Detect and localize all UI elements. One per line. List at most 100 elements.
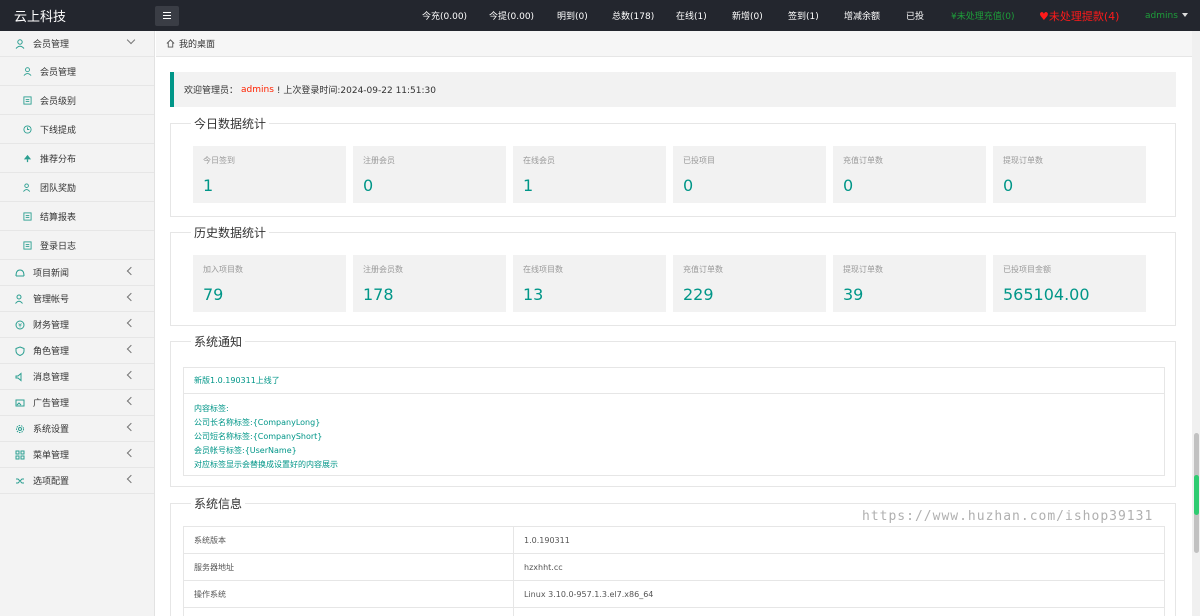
chevron-left-icon [126, 448, 136, 458]
app-logo: 云上科技 [14, 10, 67, 25]
shield-icon [14, 345, 25, 356]
admin-name: admins [241, 84, 274, 95]
list-icon [22, 95, 32, 105]
sidebar-group-messages[interactable]: 消息管理 [0, 364, 154, 390]
user-icon [14, 38, 25, 49]
stat-card[interactable]: 已投项目 0 [673, 146, 826, 203]
panel-title: 系统信息 [191, 495, 246, 512]
system-notice-panel: 系统通知 新版1.0.190311上线了 内容标签: 公司长名称标签:{Comp… [170, 333, 1176, 487]
stat-card[interactable]: 加入项目数 79 [193, 255, 346, 312]
system-info-table: 系统版本 1.0.190311 服务器地址 hzxhht.cc 操作系统 Linux … [183, 526, 1165, 616]
breadcrumb: 我的桌面 [156, 31, 1200, 57]
chevron-down-icon [126, 35, 136, 45]
top-bar: 云上科技 今充(0.00) 今提(0.00) 明到(0) 总数(178) 在线(… [0, 0, 1200, 31]
sidebar-group-roles[interactable]: 角色管理 [0, 338, 154, 364]
sidebar: 会员管理 会员管理 会员级别 下线提成 推荐分布 团队奖励 结算报表 登录日志 … [0, 31, 155, 616]
sidebar-group-options[interactable]: 选项配置 [0, 468, 154, 494]
sidebar-group-settings[interactable]: 系统设置 [0, 416, 154, 442]
stat-card[interactable]: 在线项目数 13 [513, 255, 666, 312]
chevron-left-icon [126, 344, 136, 354]
menu-toggle-button[interactable] [155, 5, 179, 26]
history-stats-panel: 历史数据统计 加入项目数 79 注册会员数 178 在线项目数 13 充值订单数 229… [170, 224, 1176, 326]
stat-card[interactable]: 注册会员数 178 [353, 255, 506, 312]
sidebar-group-menus[interactable]: 菜单管理 [0, 442, 154, 468]
panel-title: 历史数据统计 [191, 224, 270, 241]
users-icon [22, 182, 32, 192]
panel-title: 系统通知 [191, 333, 246, 350]
stat-card[interactable]: 充值订单数 229 [673, 255, 826, 312]
watermark: https://www.huzhan.com/ishop39131 [862, 509, 1154, 524]
shuffle-icon [14, 475, 25, 486]
stat-card[interactable]: 注册会员 0 [353, 146, 506, 203]
stat-card[interactable]: 在线会员 1 [513, 146, 666, 203]
grid-icon [14, 449, 25, 460]
nav-today-withdraw[interactable]: 今提(0.00) [489, 9, 557, 22]
chevron-left-icon [126, 318, 136, 328]
list-icon [22, 211, 32, 221]
sidebar-group-news[interactable]: 项目新闻 [0, 260, 154, 286]
list-icon [22, 240, 32, 250]
caret-down-icon [1181, 13, 1188, 17]
svg-text:¥: ¥ [18, 322, 22, 329]
today-stats-panel: 今日数据统计 今日签到 1 注册会员 0 在线会员 1 已投项目 0 充值订单数 0 提现… [170, 115, 1176, 217]
user-menu[interactable]: admins [1145, 11, 1188, 21]
sidebar-item-login-log[interactable]: 登录日志 [0, 231, 154, 260]
chevron-left-icon [126, 474, 136, 484]
panel-title: 今日数据统计 [191, 115, 270, 132]
gear-icon [14, 423, 25, 434]
home-icon [166, 39, 175, 48]
top-nav: 今充(0.00) 今提(0.00) 明到(0) 总数(178) 在线(1) 新增… [412, 0, 1188, 31]
image-icon [14, 397, 25, 408]
stat-card[interactable]: 提现订单数 0 [993, 146, 1146, 203]
sidebar-group-ads[interactable]: 广告管理 [0, 390, 154, 416]
sidebar-item-member-level[interactable]: 会员级别 [0, 86, 154, 115]
sidebar-group-member[interactable]: 会员管理 [0, 31, 154, 57]
nav-checkin[interactable]: 签到(1) [788, 9, 844, 22]
news-icon [14, 267, 25, 278]
sidebar-group-admin-accounts[interactable]: 管理帐号 [0, 286, 154, 312]
nav-tomorrow-due[interactable]: 明到(0) [557, 9, 612, 22]
chevron-left-icon [126, 396, 136, 406]
stat-card[interactable]: 今日签到 1 [193, 146, 346, 203]
nav-total[interactable]: 总数(178) [612, 9, 676, 22]
sidebar-item-member-manage[interactable]: 会员管理 [0, 57, 154, 86]
nav-today-recharge[interactable]: 今充(0.00) [422, 9, 489, 22]
nav-pending-withdraw[interactable]: ♥未处理提款(4) [1039, 8, 1145, 24]
table-row: 操作系统 Linux 3.10.0-957.1.3.el7.x86_64 [183, 580, 1165, 608]
users-icon [14, 293, 25, 304]
nav-invested[interactable]: 已投 [906, 9, 951, 22]
breadcrumb-current[interactable]: 我的桌面 [179, 37, 215, 50]
nav-adjust-balance[interactable]: 增减余额 [844, 9, 906, 22]
sidebar-item-team-reward[interactable]: 团队奖励 [0, 173, 154, 202]
sidebar-item-referral[interactable]: 推荐分布 [0, 144, 154, 173]
sidebar-item-commission[interactable]: 下线提成 [0, 115, 154, 144]
clock-icon [22, 124, 32, 134]
notice-box: 新版1.0.190311上线了 内容标签: 公司长名称标签:{CompanyLo… [183, 367, 1165, 476]
stat-card[interactable]: 充值订单数 0 [833, 146, 986, 203]
table-row: 系统版本 1.0.190311 [183, 526, 1165, 554]
welcome-banner: 欢迎管理员： admins ! 上次登录时间:2024-09-22 11:51:… [170, 72, 1176, 107]
chevron-left-icon [126, 266, 136, 276]
main-content: 我的桌面 欢迎管理员： admins ! 上次登录时间:2024-09-22 1… [156, 31, 1200, 616]
scroll-indicator [1194, 475, 1199, 515]
chevron-left-icon [126, 370, 136, 380]
notice-headline[interactable]: 新版1.0.190311上线了 [184, 368, 1164, 394]
yen-icon: ¥ [14, 319, 25, 330]
chevron-left-icon [126, 292, 136, 302]
nav-online[interactable]: 在线(1) [676, 9, 732, 22]
stat-card[interactable]: 已投项目金额 565104.00 [993, 255, 1146, 312]
tree-icon [22, 153, 32, 163]
notice-body: 内容标签: 公司长名称标签:{CompanyLong} 公司短名称标签:{Com… [194, 404, 338, 469]
table-row [183, 607, 1165, 616]
nav-new[interactable]: 新增(0) [732, 9, 788, 22]
sound-icon [14, 371, 25, 382]
sidebar-group-finance[interactable]: ¥ 财务管理 [0, 312, 154, 338]
table-row: 服务器地址 hzxhht.cc [183, 553, 1165, 581]
nav-pending-recharge[interactable]: ¥未处理充值(0) [951, 9, 1039, 22]
chevron-left-icon [126, 422, 136, 432]
stat-card[interactable]: 提现订单数 39 [833, 255, 986, 312]
sidebar-item-settlement[interactable]: 结算报表 [0, 202, 154, 231]
scrollbar[interactable] [1192, 31, 1200, 616]
heart-icon: ♥ [1039, 9, 1049, 23]
user-icon [22, 66, 32, 76]
